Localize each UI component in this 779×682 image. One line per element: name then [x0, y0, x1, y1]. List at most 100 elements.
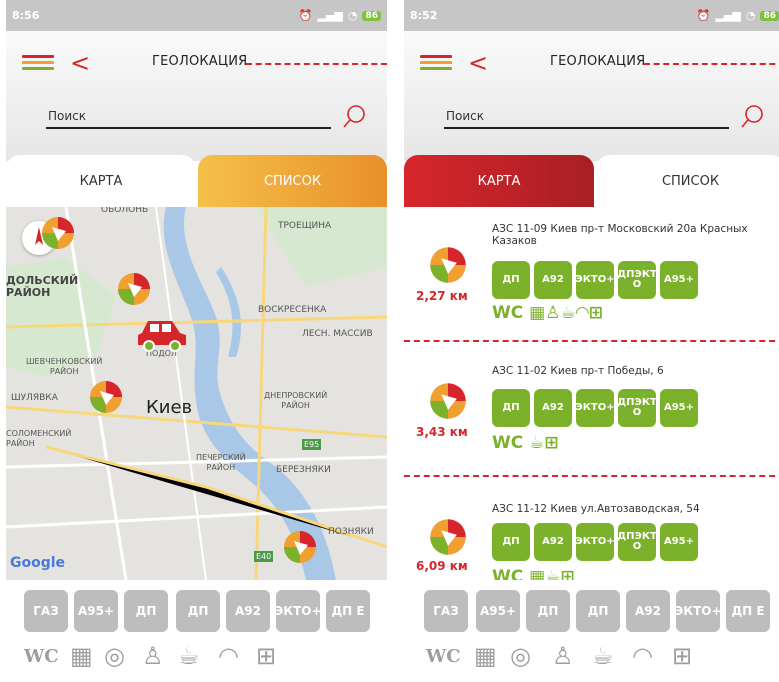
- shop-icon[interactable]: ⊞: [256, 642, 276, 670]
- fuel-badge: А95+: [660, 523, 698, 561]
- station-marker[interactable]: [116, 271, 152, 307]
- coffee-icon: ☕: [523, 433, 545, 453]
- fuel-filter-bar: ГАЗ А95+ ДП ДП А92 ЭКТО+ ДП Е: [6, 590, 387, 632]
- shop-icon: ⊞: [560, 567, 575, 580]
- map-label: ПЕЧЕРСКИЙ РАЙОН: [196, 453, 246, 472]
- filter-chip[interactable]: ГАЗ: [24, 590, 68, 632]
- filter-chip[interactable]: А95+: [74, 590, 118, 632]
- list-item[interactable]: 6,09 км АЗС 11-12 Киев ул.Автозаводская,…: [404, 479, 779, 580]
- list-item[interactable]: 3,43 км АЗС 11-02 Киев пр-т Победы, 6 ДП…: [404, 343, 779, 473]
- search-input[interactable]: Поиск: [444, 99, 729, 129]
- station-marker[interactable]: [282, 529, 318, 565]
- item-divider: [404, 340, 779, 342]
- filter-chip[interactable]: А92: [226, 590, 270, 632]
- menu-icon[interactable]: [22, 55, 54, 71]
- map-canvas: [6, 207, 387, 580]
- wifi-icon: ◔: [745, 9, 756, 22]
- google-logo: Google: [10, 555, 66, 571]
- search-input[interactable]: Поиск: [46, 99, 331, 129]
- item-divider: [404, 475, 779, 477]
- station-amenities: WC ▦♙☕◠⊞: [492, 303, 603, 323]
- status-time: 8:56: [12, 9, 40, 22]
- filter-chip[interactable]: ДП Е: [726, 590, 770, 632]
- back-arrow-icon[interactable]: <: [70, 49, 90, 77]
- coffee-icon: ☕: [545, 567, 561, 580]
- battery-icon: 86: [760, 10, 779, 21]
- fuel-filter-bar: ГАЗ А95+ ДП ДП А92 ЭКТО+ ДП Е: [404, 590, 779, 632]
- station-marker[interactable]: [88, 379, 124, 415]
- wifi-amenity-icon[interactable]: ◠: [218, 642, 239, 670]
- tire-service-icon[interactable]: ◎: [104, 642, 125, 670]
- tab-map[interactable]: КАРТА: [6, 155, 196, 207]
- signal-icon: ▂▄▆: [715, 9, 741, 22]
- filter-chip[interactable]: ГАЗ: [424, 590, 468, 632]
- wc-icon: WC: [492, 567, 524, 580]
- wc-icon[interactable]: WC: [426, 646, 461, 667]
- map-label: ДНЕПРОВСКИЙ РАЙОН: [264, 391, 328, 410]
- car-wash-icon[interactable]: ▦: [474, 642, 497, 670]
- filter-chip[interactable]: А92: [626, 590, 670, 632]
- station-logo-icon: [430, 383, 466, 419]
- wifi-icon: ◔: [347, 9, 358, 22]
- fuel-badge: А92: [534, 523, 572, 561]
- tab-map[interactable]: КАРТА: [404, 155, 594, 207]
- map-view[interactable]: ОБОЛОНЬ ТРОЕЩИНА ДОЛЬСКИЙ РАЙОН ВОСКРЕСЕ…: [6, 207, 387, 580]
- filter-chip[interactable]: ЭКТО+: [674, 590, 722, 632]
- signal-icon: ▂▄▆: [317, 9, 343, 22]
- map-label: E95: [302, 439, 322, 450]
- tab-list[interactable]: СПИСОК: [596, 155, 779, 207]
- map-label: ДОЛЬСКИЙ РАЙОН: [6, 274, 79, 299]
- station-distance: 3,43 км: [416, 425, 468, 439]
- fuel-badge: А95+: [660, 389, 698, 427]
- title-divider: [246, 63, 387, 65]
- back-arrow-icon[interactable]: <: [468, 49, 488, 77]
- filter-chip[interactable]: ДП: [576, 590, 620, 632]
- fuel-badge: ДПЭКТ О: [617, 523, 657, 561]
- fuel-badge: ДП: [492, 523, 530, 561]
- coffee-icon[interactable]: ☕: [178, 642, 200, 670]
- filter-chip[interactable]: ДП: [176, 590, 220, 632]
- fuel-badge: ДП: [492, 389, 530, 427]
- map-label: ШЕВЧЕНКОВСКИЙ РАЙОН: [26, 357, 103, 376]
- phone-list-screen: 8:52 ⏰ ▂▄▆ ◔ 86 < ГЕОЛОКАЦИЯ Поиск КАРТА СП…: [404, 0, 779, 682]
- vacuum-icon[interactable]: ♙: [552, 642, 574, 670]
- map-label: E40: [254, 551, 274, 562]
- shop-icon: ⊞: [544, 433, 559, 453]
- wc-icon[interactable]: WC: [24, 646, 59, 667]
- search-icon[interactable]: [741, 104, 765, 128]
- fuel-badge: А92: [534, 261, 572, 299]
- station-distance: 2,27 км: [416, 289, 468, 303]
- station-list[interactable]: 2,27 км АЗС 11-09 Киев пр-т Московский 2…: [404, 207, 779, 580]
- car-wash-icon: ▦: [523, 303, 546, 323]
- filter-chip[interactable]: ДП Е: [326, 590, 370, 632]
- map-label: ТРОЕЩИНА: [278, 221, 332, 231]
- fuel-badge: ЭКТО+: [575, 523, 615, 561]
- coffee-icon: ☕: [560, 303, 576, 323]
- fuel-badge: ДПЭКТ О: [617, 389, 657, 427]
- fuel-badge: А95+: [660, 261, 698, 299]
- coffee-icon[interactable]: ☕: [592, 642, 614, 670]
- filter-chip[interactable]: ДП: [124, 590, 168, 632]
- filter-chip[interactable]: ЭКТО+: [274, 590, 322, 632]
- menu-icon[interactable]: [420, 55, 452, 71]
- tab-list[interactable]: СПИСОК: [198, 155, 387, 207]
- fuel-badge: ДПЭКТ О: [617, 261, 657, 299]
- search-icon[interactable]: [343, 104, 367, 128]
- map-label-city: Киев: [146, 397, 193, 418]
- car-wash-icon: ▦: [523, 567, 546, 580]
- filter-chip[interactable]: А95+: [476, 590, 520, 632]
- amenity-filter-bar: WC ▦ ◎ ♙ ☕ ◠ ⊞: [24, 640, 387, 674]
- vacuum-icon[interactable]: ♙: [142, 642, 164, 670]
- filter-chip[interactable]: ДП: [526, 590, 570, 632]
- station-marker[interactable]: [40, 215, 76, 251]
- wifi-amenity-icon: ◠: [575, 303, 589, 323]
- car-wash-icon[interactable]: ▦: [70, 642, 93, 670]
- wifi-amenity-icon[interactable]: ◠: [632, 642, 653, 670]
- map-label: СОЛОМЕНСКИЙ РАЙОН: [6, 429, 72, 448]
- shop-icon[interactable]: ⊞: [672, 642, 692, 670]
- app-header: < ГЕОЛОКАЦИЯ: [404, 31, 779, 91]
- map-label: ЛЕСН. МАССИВ: [302, 329, 373, 339]
- list-item[interactable]: 2,27 км АЗС 11-09 Киев пр-т Московский 2…: [404, 207, 779, 337]
- fuel-badge: А92: [534, 389, 572, 427]
- tire-service-icon[interactable]: ◎: [510, 642, 531, 670]
